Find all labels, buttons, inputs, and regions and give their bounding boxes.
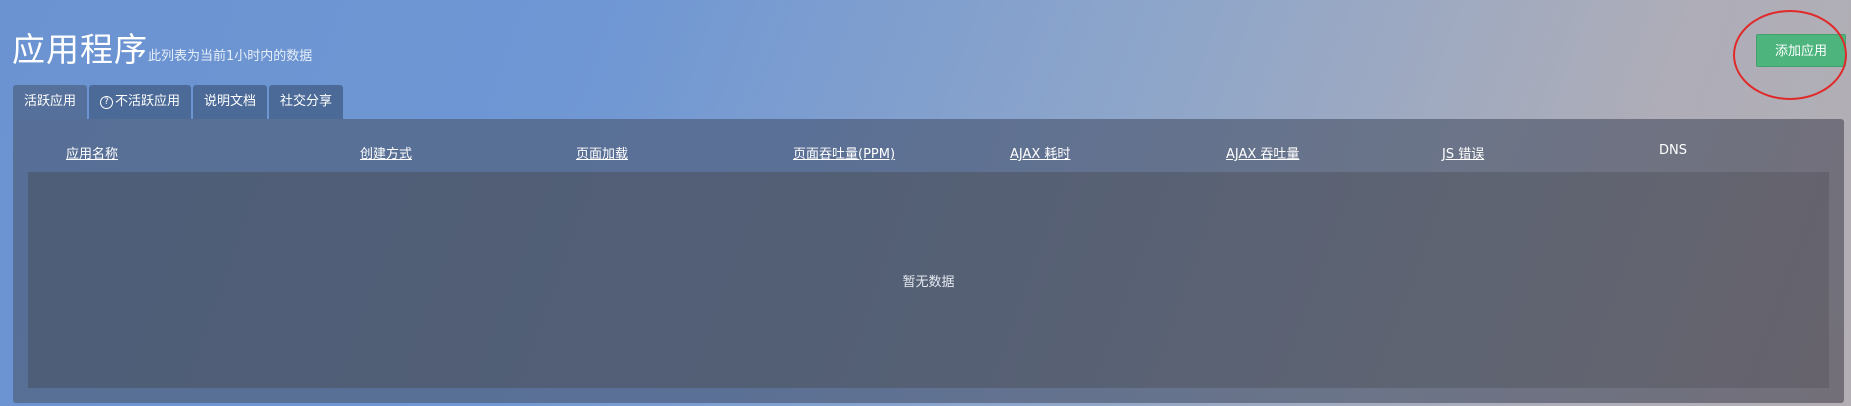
tab-active-apps[interactable]: 活跃应用 <box>13 85 88 119</box>
tab-documentation[interactable]: 说明文档 <box>193 85 268 119</box>
column-header-page-throughput[interactable]: 页面吞吐量(PPM) <box>793 143 895 162</box>
tab-bar: 活跃应用 ? 不活跃应用 说明文档 社交分享 <box>13 85 344 119</box>
tab-label: 社交分享 <box>280 94 333 109</box>
column-header-js-errors[interactable]: JS 错误 <box>1442 143 1484 162</box>
help-circle-icon: ? <box>100 95 114 109</box>
table-body: 暂无数据 <box>28 172 1829 388</box>
tab-label: 说明文档 <box>204 94 257 109</box>
page-subtitle: 此列表为当前1小时内的数据 <box>148 49 313 64</box>
tab-social-share[interactable]: 社交分享 <box>269 85 344 119</box>
column-header-ajax-throughput[interactable]: AJAX 吞吐量 <box>1226 143 1299 162</box>
column-header-dns: DNS <box>1659 143 1687 158</box>
tab-label: 不活跃应用 <box>115 94 181 109</box>
column-header-app-name[interactable]: 应用名称 <box>66 143 118 162</box>
tab-inactive-apps[interactable]: ? 不活跃应用 <box>89 85 192 119</box>
add-app-button[interactable]: 添加应用 <box>1756 34 1846 67</box>
column-header-creation-method[interactable]: 创建方式 <box>360 143 412 162</box>
app-table-panel: 应用名称 创建方式 页面加载 页面吞吐量(PPM) AJAX 耗时 AJAX 吞… <box>13 119 1844 403</box>
page-title: 应用程序 <box>12 30 148 69</box>
column-header-ajax-time[interactable]: AJAX 耗时 <box>1010 143 1070 162</box>
table-header: 应用名称 创建方式 页面加载 页面吞吐量(PPM) AJAX 耗时 AJAX 吞… <box>13 143 1844 163</box>
tab-label: 活跃应用 <box>24 94 77 109</box>
column-header-page-load[interactable]: 页面加载 <box>576 143 628 162</box>
empty-state-text: 暂无数据 <box>902 274 955 290</box>
